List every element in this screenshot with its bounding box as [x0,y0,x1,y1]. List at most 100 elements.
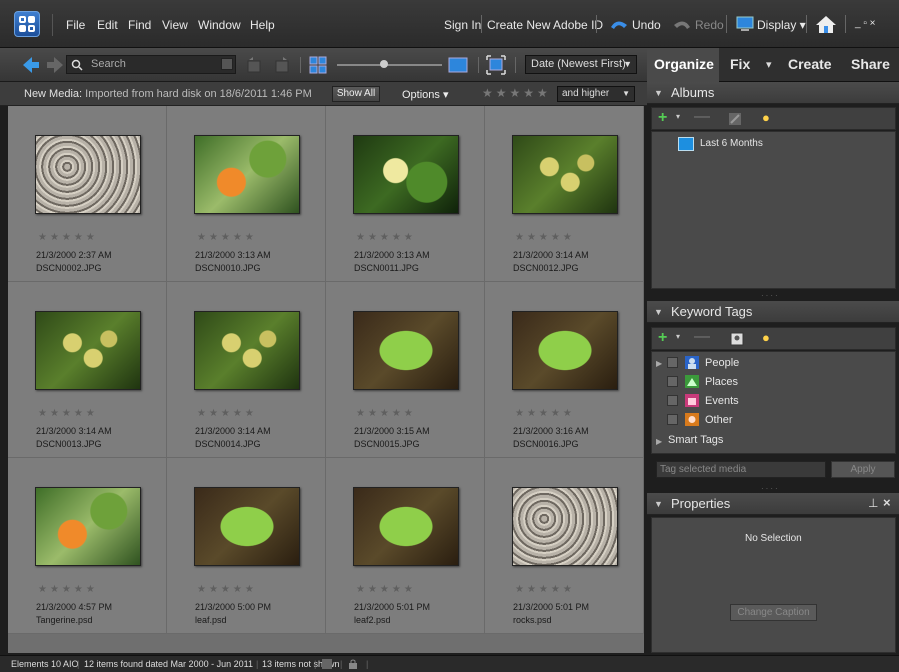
tag-other[interactable]: Other [705,414,733,426]
fix-chevron-icon[interactable]: ▾ [766,58,772,71]
redo-icon[interactable] [672,17,692,31]
display-menu[interactable]: Display ▾ [757,18,806,32]
options-menu[interactable]: Options ▾ [402,88,449,101]
tab-organize[interactable]: Organize [654,56,714,72]
redo-button[interactable]: Redo [695,18,724,32]
album-last-6-months[interactable]: Last 6 Months [700,138,763,149]
media-thumbnail-image[interactable] [512,487,618,566]
thumbnail-size-slider-knob[interactable] [380,60,388,68]
tag-places[interactable]: Places [705,376,738,388]
media-thumbnail-image[interactable] [353,311,459,390]
tag-checkbox[interactable] [667,395,678,406]
media-thumbnail-cell[interactable]: ★★★★★ 21/3/2000 3:13 AM DSCN0011.JPG [326,106,485,282]
media-thumbnail-image[interactable] [35,135,141,214]
lock-icon[interactable] [348,659,358,669]
media-thumbnail-cell[interactable]: ★★★★★ 21/3/2000 2:37 AM DSCN0002.JPG [8,106,167,282]
media-thumbnail-cell[interactable]: ★★★★★ 21/3/2000 3:15 AM DSCN0015.JPG [326,282,485,458]
media-rating-stars[interactable]: ★★★★★ [38,232,98,243]
menu-file[interactable]: File [66,18,85,32]
expand-triangle-icon[interactable]: ▶ [656,437,662,446]
lightbulb-icon[interactable]: ● [762,330,770,345]
full-screen-icon[interactable] [486,55,506,75]
media-rating-stars[interactable]: ★★★★★ [356,584,416,595]
media-thumbnail-cell[interactable]: ★★★★★ 21/3/2000 5:01 PM leaf2.psd [326,458,485,634]
media-thumbnail-image[interactable] [512,311,618,390]
back-arrow-icon[interactable] [21,55,41,75]
search-input[interactable]: Search [66,55,236,74]
chevron-down-icon[interactable]: ▾ [676,112,680,121]
tag-checkbox[interactable] [667,376,678,387]
media-thumbnail-image[interactable] [194,311,300,390]
media-thumbnail-cell[interactable]: ★★★★★ 21/3/2000 5:01 PM rocks.psd [485,458,644,634]
media-thumbnail-image[interactable] [35,487,141,566]
window-controls[interactable]: _ ▫ × [855,18,876,29]
media-rating-stars[interactable]: ★★★★★ [38,584,98,595]
tag-checkbox[interactable] [667,414,678,425]
tag-image-icon[interactable] [730,332,744,346]
albums-panel-header[interactable]: ▼ Albums [647,82,899,104]
create-adobe-id-link[interactable]: Create New Adobe ID [487,18,603,32]
collapse-triangle-icon[interactable]: ▼ [654,307,663,317]
tab-fix[interactable]: Fix [730,56,750,72]
keyword-tags-panel-header[interactable]: ▼ Keyword Tags [647,301,899,323]
media-thumbnail-image[interactable] [194,135,300,214]
media-rating-stars[interactable]: ★★★★★ [515,584,575,595]
media-thumbnail-cell[interactable]: ★★★★★ 21/3/2000 4:57 PM Tangerine.psd [8,458,167,634]
rating-filter-select[interactable]: and higher ▼ [557,86,635,102]
display-icon[interactable] [736,16,754,32]
media-rating-stars[interactable]: ★★★★★ [356,408,416,419]
menu-window[interactable]: Window [198,18,241,32]
remove-album-icon[interactable]: — [694,108,710,126]
tag-selected-media-input[interactable]: Tag selected media [656,461,826,478]
media-thumbnail-image[interactable] [353,487,459,566]
media-rating-stars[interactable]: ★★★★★ [38,408,98,419]
forward-arrow-icon[interactable] [45,55,65,75]
rotate-left-icon[interactable] [245,56,263,74]
rating-filter-stars[interactable]: ★★★★★ [482,86,551,100]
media-rating-stars[interactable]: ★★★★★ [197,408,257,419]
edit-album-icon[interactable] [728,112,742,126]
media-thumbnail-image[interactable] [353,135,459,214]
undo-icon[interactable] [609,17,629,31]
media-thumbnail-cell[interactable]: ★★★★★ 21/3/2000 3:13 AM DSCN0010.JPG [167,106,326,282]
remove-tag-icon[interactable]: — [694,328,710,346]
rotate-right-icon[interactable] [273,56,291,74]
menu-edit[interactable]: Edit [97,18,118,32]
thumbnail-size-slider[interactable] [337,64,442,66]
close-icon[interactable]: × [883,495,891,510]
expand-triangle-icon[interactable]: ▶ [656,359,662,368]
tag-checkbox[interactable] [667,357,678,368]
home-icon[interactable] [815,14,837,34]
media-rating-stars[interactable]: ★★★★★ [515,232,575,243]
tag-people[interactable]: People [705,357,739,369]
media-rating-stars[interactable]: ★★★★★ [515,408,575,419]
change-caption-button[interactable]: Change Caption [730,604,817,621]
panel-resize-handle[interactable]: ···· [761,484,780,493]
properties-panel-header[interactable]: ▼ Properties ⊥ × [647,493,899,515]
menu-find[interactable]: Find [128,18,151,32]
apply-tags-button[interactable]: Apply [831,461,895,478]
grid-view-icon[interactable] [309,56,327,74]
media-thumbnail-cell[interactable]: ★★★★★ 21/3/2000 3:14 AM DSCN0014.JPG [167,282,326,458]
sort-order-select[interactable]: Date (Newest First) ▼ [525,55,637,74]
media-thumbnail-cell[interactable]: ★★★★★ 21/3/2000 3:16 AM DSCN0016.JPG [485,282,644,458]
smart-tags[interactable]: Smart Tags [668,434,723,446]
add-tag-icon[interactable]: + [658,329,667,347]
sign-in-link[interactable]: Sign In [444,18,481,32]
single-view-icon[interactable] [448,56,468,74]
tab-share[interactable]: Share [851,56,890,72]
media-thumbnail-cell[interactable]: ★★★★★ 21/3/2000 3:14 AM DSCN0012.JPG [485,106,644,282]
chevron-down-icon[interactable]: ▾ [676,332,680,341]
tag-events[interactable]: Events [705,395,739,407]
media-rating-stars[interactable]: ★★★★★ [356,232,416,243]
filmstrip-icon[interactable] [322,659,332,669]
media-thumbnail-cell[interactable]: ★★★★★ 21/3/2000 5:00 PM leaf.psd [167,458,326,634]
menu-view[interactable]: View [162,18,188,32]
panel-resize-handle[interactable]: ···· [761,291,780,300]
add-album-icon[interactable]: + [658,109,667,127]
tab-create[interactable]: Create [788,56,832,72]
search-dropdown-button[interactable] [221,58,233,70]
undo-button[interactable]: Undo [632,18,661,32]
collapse-triangle-icon[interactable]: ▼ [654,88,663,98]
media-thumbnail-image[interactable] [194,487,300,566]
